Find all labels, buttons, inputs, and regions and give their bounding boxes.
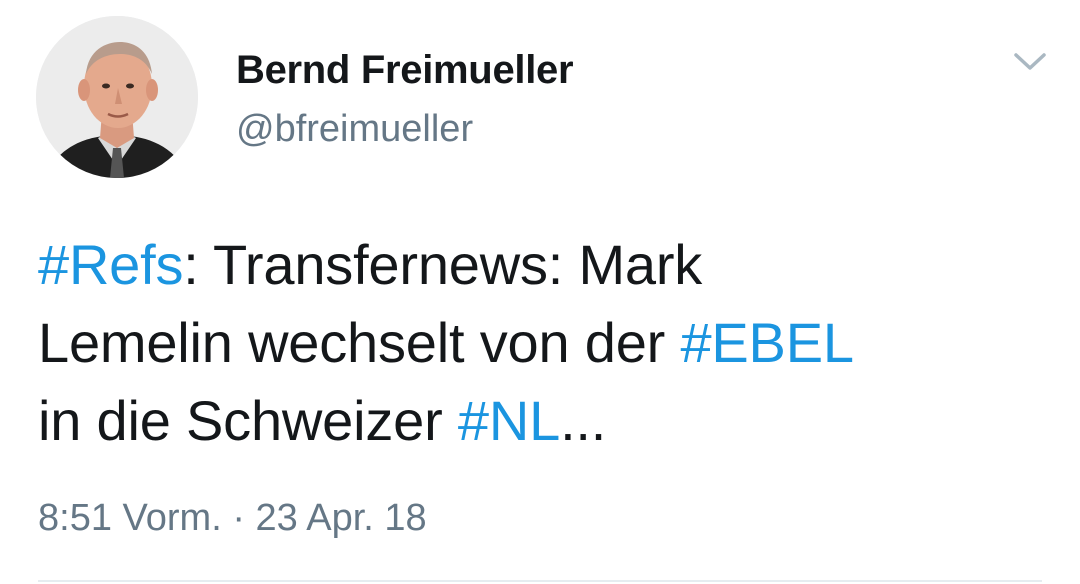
tweet-card: Bernd Freimueller @bfreimueller #Refs: T… (0, 0, 1080, 584)
display-name[interactable]: Bernd Freimueller (236, 46, 574, 94)
tweet-text-segment: in die Schweizer (38, 389, 458, 452)
tweet-line-2: Lemelin wechselt von der #EBEL (38, 304, 1048, 382)
chevron-down-icon (1014, 53, 1046, 70)
tweet-text-segment: : Transfernews: Mark (183, 233, 703, 296)
avatar-image (36, 16, 198, 178)
hashtag-link[interactable]: #EBEL (680, 311, 854, 374)
tweet-line-3: in die Schweizer #NL... (38, 382, 1048, 460)
hashtag-link[interactable]: #NL (458, 389, 560, 452)
avatar[interactable] (36, 16, 198, 178)
divider (38, 580, 1042, 582)
tweet-menu-button[interactable] (1008, 44, 1052, 80)
tweet-text-segment: Lemelin wechselt von der (38, 311, 681, 374)
hashtag-link[interactable]: #Refs (38, 233, 183, 296)
tweet-text-ellipsis: ... (560, 389, 607, 452)
tweet-timestamp[interactable]: 8:51 Vorm. · 23 Apr. 18 (38, 494, 427, 542)
user-handle[interactable]: @bfreimueller (236, 106, 473, 152)
tweet-text: #Refs: Transfernews: Mark Lemelin wechse… (38, 226, 1048, 460)
tweet-line-1: #Refs: Transfernews: Mark (38, 226, 1048, 304)
